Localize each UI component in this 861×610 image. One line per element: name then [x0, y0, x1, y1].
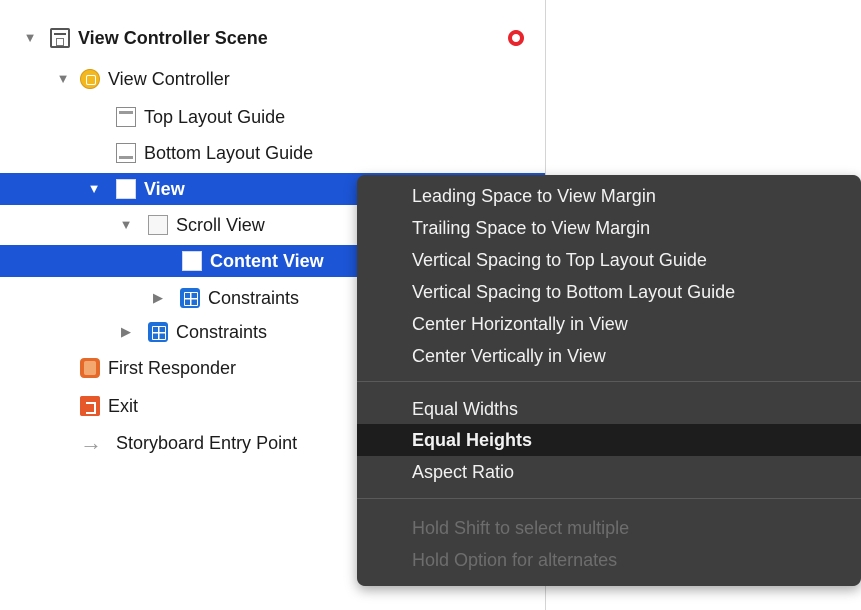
disclosure-triangle-icon[interactable]: ▶: [150, 282, 166, 314]
menu-separator: [357, 498, 861, 499]
menu-item-equal-heights[interactable]: Equal Heights: [357, 424, 861, 456]
view-controller-icon: [80, 69, 100, 89]
view-icon: [182, 251, 202, 271]
outline-row-top-layout-guide[interactable]: Top Layout Guide: [0, 101, 545, 133]
menu-item-center-horizontally[interactable]: Center Horizontally in View: [357, 308, 861, 340]
view-icon: [148, 215, 168, 235]
first-responder-label: First Responder: [108, 358, 237, 378]
disclosure-triangle-icon[interactable]: ▼: [118, 209, 134, 241]
outline-row-content-view[interactable]: Content View: [0, 245, 392, 277]
menu-item-equal-widths[interactable]: Equal Widths: [357, 393, 861, 425]
outline-row-bottom-layout-guide[interactable]: Bottom Layout Guide: [0, 137, 545, 169]
menu-item-center-vertically[interactable]: Center Vertically in View: [357, 340, 861, 372]
exit-label: Exit: [108, 396, 139, 416]
outline-row-scene[interactable]: ▼ View Controller Scene: [0, 22, 545, 54]
scroll-view-label: Scroll View: [176, 215, 265, 235]
arrow-right-icon: →: [80, 430, 102, 455]
menu-hint-shift: Hold Shift to select multiple: [412, 518, 630, 538]
constraints-label: Constraints: [208, 288, 300, 308]
constraints-icon: [180, 288, 200, 308]
view-label: View: [144, 179, 185, 199]
menu-item-leading-space[interactable]: Leading Space to View Margin: [357, 180, 861, 212]
menu-item-aspect-ratio[interactable]: Aspect Ratio: [357, 456, 861, 488]
first-responder-icon: [80, 358, 100, 378]
disclosure-triangle-icon[interactable]: ▼: [55, 63, 71, 95]
disclosure-triangle-icon[interactable]: ▶: [118, 316, 134, 348]
top-layout-guide-label: Top Layout Guide: [144, 107, 286, 127]
layout-guide-icon: [116, 107, 136, 127]
entry-point-label: Storyboard Entry Point: [116, 433, 298, 453]
content-view-label: Content View: [210, 251, 324, 271]
disclosure-triangle-icon[interactable]: ▼: [22, 22, 38, 54]
menu-item-trailing-space[interactable]: Trailing Space to View Margin: [357, 212, 861, 244]
warning-arrow-icon[interactable]: [508, 30, 524, 46]
scene-label: View Controller Scene: [78, 28, 268, 48]
constraints-label: Constraints: [176, 322, 268, 342]
menu-separator: [357, 381, 861, 382]
menu-hint-option: Hold Option for alternates: [412, 550, 618, 570]
scene-icon: [50, 28, 70, 48]
constraint-context-menu: Leading Space to View Margin Trailing Sp…: [357, 175, 861, 586]
constraints-icon: [148, 322, 168, 342]
view-icon: [116, 179, 136, 199]
outline-row-view-controller[interactable]: ▼ View Controller: [0, 63, 545, 95]
menu-item-vertical-spacing-top[interactable]: Vertical Spacing to Top Layout Guide: [357, 244, 861, 276]
menu-item-vertical-spacing-bottom[interactable]: Vertical Spacing to Bottom Layout Guide: [357, 276, 861, 308]
layout-guide-icon: [116, 143, 136, 163]
bottom-layout-guide-label: Bottom Layout Guide: [144, 143, 314, 163]
view-controller-label: View Controller: [108, 69, 230, 89]
exit-icon: [80, 396, 100, 416]
disclosure-triangle-icon[interactable]: ▼: [86, 173, 102, 205]
